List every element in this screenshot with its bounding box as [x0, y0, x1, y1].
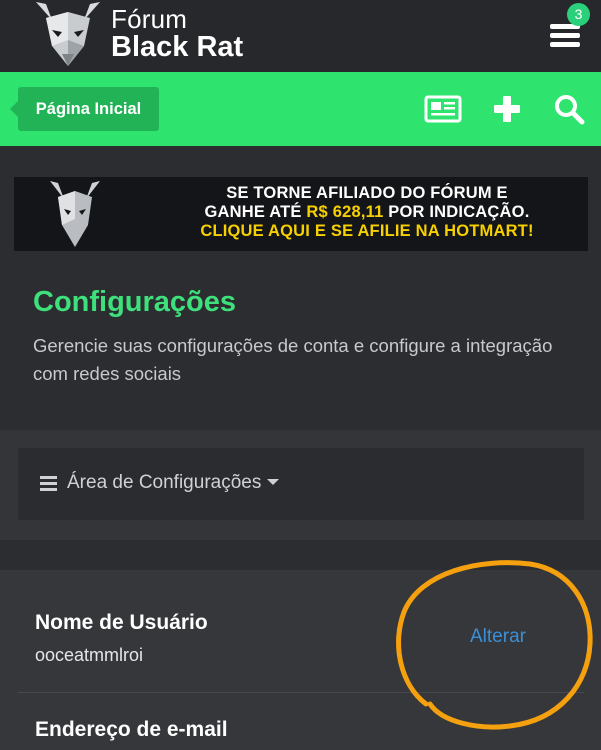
- list-icon-bar: [40, 488, 57, 491]
- home-button[interactable]: Página Inicial: [10, 87, 159, 131]
- affiliate-banner[interactable]: SE TORNE AFILIADO DO FÓRUM E GANHE ATÉ R…: [14, 177, 588, 251]
- logo-line-black-rat: Black Rat: [111, 31, 244, 63]
- username-label: Nome de Usuário: [35, 611, 208, 634]
- list-icon-bar: [40, 476, 57, 479]
- banner-line-2-start: GANHE ATÉ: [204, 203, 307, 221]
- nav-bar: Página Inicial: [0, 72, 601, 146]
- rat-mask-logo-icon[interactable]: [32, 0, 104, 70]
- caret-down-icon: [267, 479, 280, 485]
- logo-line-forum: Fórum: [111, 4, 188, 34]
- newspaper-icon[interactable]: [424, 95, 462, 123]
- search-icon[interactable]: [553, 93, 585, 125]
- email-label: Endereço de e-mail: [35, 718, 228, 741]
- banner-line-2: GANHE ATÉ R$ 628,11 POR INDICAÇÃO.: [150, 203, 584, 222]
- banner-text: SE TORNE AFILIADO DO FÓRUM E GANHE ATÉ R…: [150, 184, 584, 241]
- username-value: ooceatmmlroi: [35, 645, 144, 665]
- page-title: Configurações: [33, 286, 237, 318]
- hamburger-icon-bar: [550, 33, 580, 38]
- plus-icon[interactable]: [493, 95, 521, 123]
- list-icon: [40, 476, 58, 492]
- notification-badge: 3: [567, 3, 590, 26]
- banner-line-2-end: POR INDICAÇÃO.: [383, 203, 530, 221]
- settings-area-label: Área de Configurações: [67, 472, 262, 493]
- top-header: Fórum Black Rat 3: [0, 0, 601, 72]
- site-logo-text[interactable]: Fórum Black Rat: [111, 6, 243, 62]
- hamburger-icon-bar: [550, 42, 580, 47]
- banner-amount: R$ 628,11: [306, 203, 384, 221]
- dropdown-label-wrap: Área de Configurações: [67, 472, 280, 494]
- list-icon-bar: [40, 482, 57, 485]
- settings-area-dropdown[interactable]: Área de Configurações: [18, 448, 584, 520]
- banner-line-1: SE TORNE AFILIADO DO FÓRUM E: [226, 184, 508, 202]
- orange-highlight-circle: [396, 560, 593, 730]
- page-description: Gerencie suas configurações de conta e c…: [33, 335, 553, 384]
- rat-mask-banner-icon: [50, 181, 100, 247]
- banner-line-3: CLIQUE AQUI E SE AFILIE NA HOTMART!: [200, 222, 534, 240]
